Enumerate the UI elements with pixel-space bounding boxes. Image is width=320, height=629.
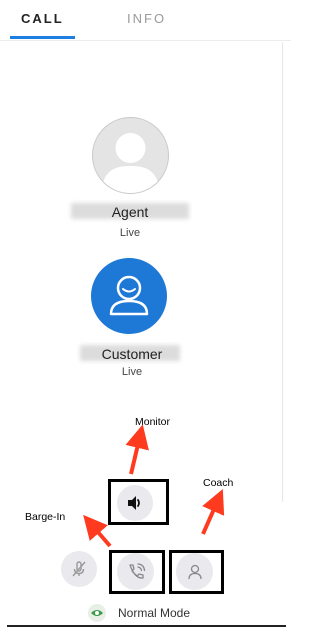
barge-in-arrow bbox=[83, 514, 112, 548]
coach-button[interactable] bbox=[176, 553, 213, 590]
microphone-off-icon bbox=[72, 561, 86, 577]
mode-label: Normal Mode bbox=[118, 606, 191, 620]
annotation-arrows bbox=[83, 424, 225, 548]
person-icon bbox=[187, 564, 202, 579]
speaker-icon bbox=[128, 496, 140, 510]
barge-in-button[interactable] bbox=[117, 553, 154, 590]
mode-indicator[interactable]: Normal Mode bbox=[88, 604, 190, 622]
monitor-button[interactable] bbox=[117, 485, 153, 521]
mute-button[interactable] bbox=[61, 551, 97, 587]
coach-arrow bbox=[201, 489, 225, 535]
eye-icon bbox=[88, 604, 106, 622]
phone-call-icon bbox=[128, 562, 145, 579]
bottom-divider bbox=[7, 625, 286, 627]
monitor-arrow bbox=[125, 424, 149, 475]
